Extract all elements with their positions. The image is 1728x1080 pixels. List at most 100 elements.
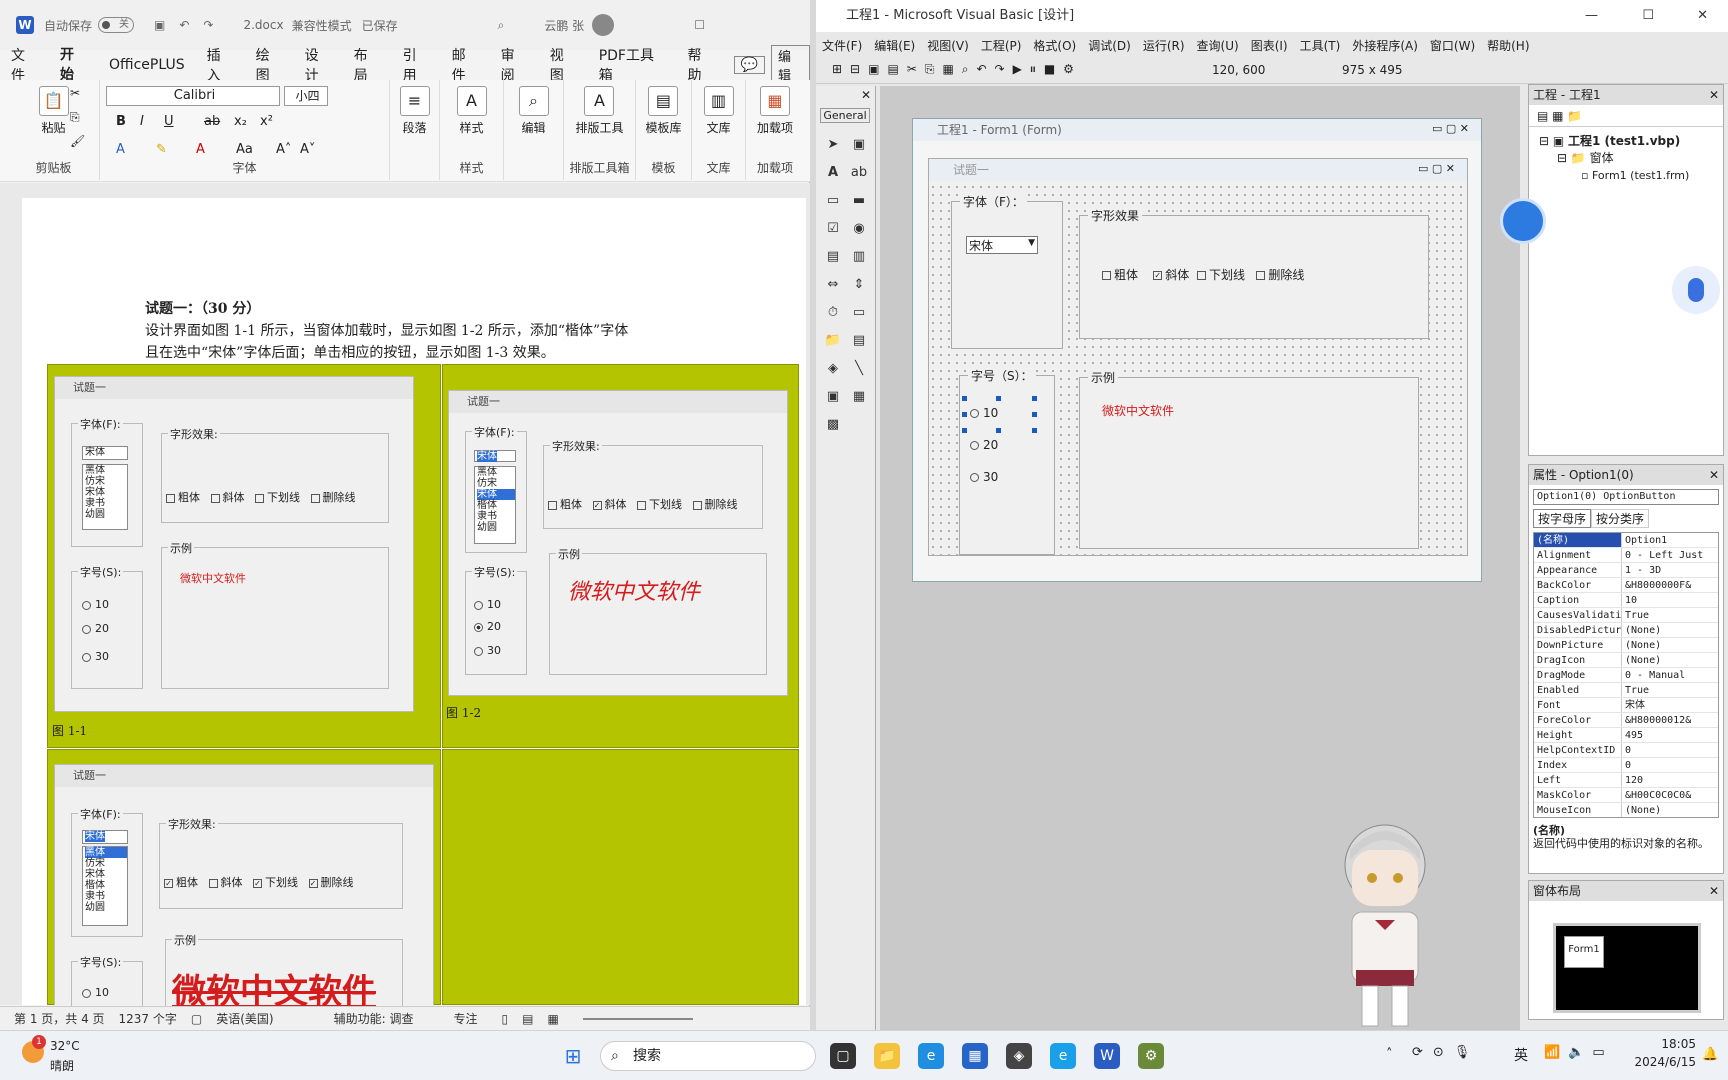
italic-checkbox[interactable]: ✓ 斜体 [1153, 268, 1189, 282]
property-value[interactable]: (None) [1622, 653, 1718, 667]
timer-tool-icon[interactable]: ⏱ [822, 302, 844, 324]
property-row[interactable]: Height 495 [1534, 728, 1718, 743]
toolbar-icons[interactable]: ⊞⊟▣▤✂⎘▦⌕↶↷▶⏸■⚙ [832, 62, 1082, 77]
picturebox-tool-icon[interactable]: ▣ [848, 134, 870, 156]
property-value[interactable]: 1 - 3D [1622, 563, 1718, 577]
tab-layout[interactable]: 布局 [343, 45, 392, 85]
store-icon[interactable]: ▦ [962, 1043, 988, 1069]
menu-tools[interactable]: 工具(T) [1294, 37, 1347, 54]
menu-diagram[interactable]: 图表(I) [1245, 37, 1294, 54]
font-frame[interactable]: 字体（F）： 宋体 ▼ [951, 193, 1063, 349]
property-value[interactable]: 0 - Left Just [1622, 548, 1718, 562]
project-form-item[interactable]: ▫ Form1 (test1.frm) [1539, 167, 1713, 184]
layout-tool-button[interactable]: A 排版工具 [575, 86, 624, 136]
print-layout-icon[interactable]: ▤ [522, 1012, 533, 1026]
property-row[interactable]: Appearance 1 - 3D [1534, 563, 1718, 578]
tab-pdf[interactable]: PDF工具箱 [588, 45, 677, 85]
property-value[interactable]: Option1 [1622, 533, 1718, 547]
font-size-select[interactable]: 小四 [284, 86, 328, 106]
hscroll-tool-icon[interactable]: ⇔ [822, 274, 844, 296]
saved-status[interactable]: 已保存 [362, 17, 398, 34]
tab-view[interactable]: 视图 [539, 45, 588, 85]
undo-icon[interactable]: ↶ [179, 18, 189, 32]
property-row[interactable]: DownPicture (None) [1534, 638, 1718, 653]
effects-frame[interactable]: 字形效果 粗体 ✓ 斜体 下划线 删除线 [1079, 207, 1429, 339]
underline-checkbox[interactable]: 下划线 [1196, 268, 1245, 282]
tab-officeplus[interactable]: OfficePLUS [98, 57, 196, 73]
property-value[interactable]: (None) [1622, 623, 1718, 637]
avatar[interactable] [592, 14, 615, 36]
property-value[interactable]: 宋体 [1622, 698, 1718, 712]
listbox-tool-icon[interactable]: ▥ [848, 246, 870, 268]
highlight-icon[interactable]: ✎ [156, 142, 167, 157]
sample-label[interactable]: 微软中文软件 [1102, 402, 1174, 419]
option-20[interactable]: 20 [970, 438, 998, 452]
drivelist-tool-icon[interactable]: ▭ [848, 302, 870, 324]
bold-checkbox[interactable]: 粗体 [1102, 268, 1138, 282]
textbox-tool-icon[interactable]: ab [848, 162, 870, 184]
selection-handle[interactable] [962, 412, 967, 417]
property-value[interactable]: &H8000000F& [1622, 578, 1718, 592]
option-10[interactable]: 10 [970, 406, 998, 420]
tab-design[interactable]: 设计 [294, 45, 343, 85]
property-row[interactable]: DragMode 0 - Manual [1534, 668, 1718, 683]
tab-references[interactable]: 引用 [392, 45, 441, 85]
font-combo[interactable]: 宋体 ▼ [966, 236, 1038, 254]
property-row[interactable]: MouseIcon (None) [1534, 803, 1718, 817]
word-count[interactable]: 1237 个字 [119, 1010, 177, 1027]
paragraph-button[interactable]: ≡ 段落 [399, 86, 430, 136]
cut-icon[interactable]: ✂ [70, 86, 80, 100]
pointer-tool-icon[interactable]: ➤ [822, 134, 844, 156]
property-value[interactable]: True [1622, 608, 1718, 622]
change-case-icon[interactable]: Aa [236, 142, 253, 157]
addins-button[interactable]: ▦ 加载项 [757, 86, 793, 136]
form-preview[interactable]: Form1 [1564, 936, 1604, 968]
vb-taskbar-icon[interactable]: ⚙ [1138, 1043, 1164, 1069]
option-30[interactable]: 30 [970, 470, 998, 484]
checkbox-tool-icon[interactable]: ☑ [822, 218, 844, 240]
close-icon[interactable]: ✕ [1697, 0, 1708, 32]
frame-tool-icon[interactable]: ▭ [822, 190, 844, 212]
property-row[interactable]: CausesValidati True [1534, 608, 1718, 623]
property-row[interactable]: DragIcon (None) [1534, 653, 1718, 668]
maximize-icon[interactable]: ☐ [1642, 0, 1654, 32]
menu-view[interactable]: 视图(V) [921, 37, 975, 54]
shape-tool-icon[interactable]: ◈ [822, 358, 844, 380]
selection-handle[interactable] [1032, 428, 1037, 433]
menu-help[interactable]: 帮助(H) [1481, 37, 1535, 54]
tab-insert[interactable]: 插入 [196, 45, 245, 85]
font-name-select[interactable]: Calibri [106, 86, 280, 106]
edit-button[interactable]: 编辑 [770, 45, 811, 85]
styles-button[interactable]: A 样式 [456, 86, 487, 136]
strike-checkbox[interactable]: 删除线 [1256, 268, 1304, 282]
project-toolbar[interactable]: ▤ ▦ 📁 [1529, 105, 1723, 127]
minimize-icon[interactable]: — [1585, 0, 1598, 32]
menu-window[interactable]: 窗口(W) [1424, 37, 1481, 54]
tray-icons[interactable]: ⟳⊙🎙 [1412, 1045, 1480, 1060]
editing-button[interactable]: ⌕ 编辑 [518, 86, 549, 136]
tab-alphabetic[interactable]: 按字母序 [1533, 509, 1592, 528]
property-value[interactable]: &H00C0C0C0& [1622, 788, 1718, 802]
web-layout-icon[interactable]: ▦ [547, 1012, 558, 1026]
property-row[interactable]: Alignment 0 - Left Just [1534, 548, 1718, 563]
tab-file[interactable]: 文件 [0, 45, 49, 85]
form-caption-controls[interactable]: ▭ ▢ ✕ [1418, 162, 1455, 175]
subscript-button[interactable]: x₂ [234, 114, 247, 129]
selection-handle[interactable] [962, 428, 967, 433]
superscript-button[interactable]: x² [260, 114, 273, 129]
clock-date[interactable]: 2024/6/15 [1620, 1055, 1696, 1069]
weather-text[interactable]: 晴朗 [50, 1057, 74, 1074]
selection-handle[interactable] [996, 428, 1001, 433]
property-row[interactable]: Caption 10 [1534, 593, 1718, 608]
property-row[interactable]: Left 120 [1534, 773, 1718, 788]
close-icon[interactable]: ✕ [1709, 85, 1719, 105]
property-value[interactable]: &H80000012& [1622, 713, 1718, 727]
property-value[interactable]: (None) [1622, 803, 1718, 817]
browser-icon[interactable]: e [1050, 1043, 1076, 1069]
paste-button[interactable]: 📋 粘贴 [38, 86, 69, 136]
property-value[interactable]: 495 [1622, 728, 1718, 742]
search-box[interactable]: ⌕ 搜索 [600, 1041, 816, 1071]
property-value[interactable]: 0 - Manual [1622, 668, 1718, 682]
selection-handle[interactable] [1032, 396, 1037, 401]
dirlist-tool-icon[interactable]: 📁 [822, 330, 844, 352]
